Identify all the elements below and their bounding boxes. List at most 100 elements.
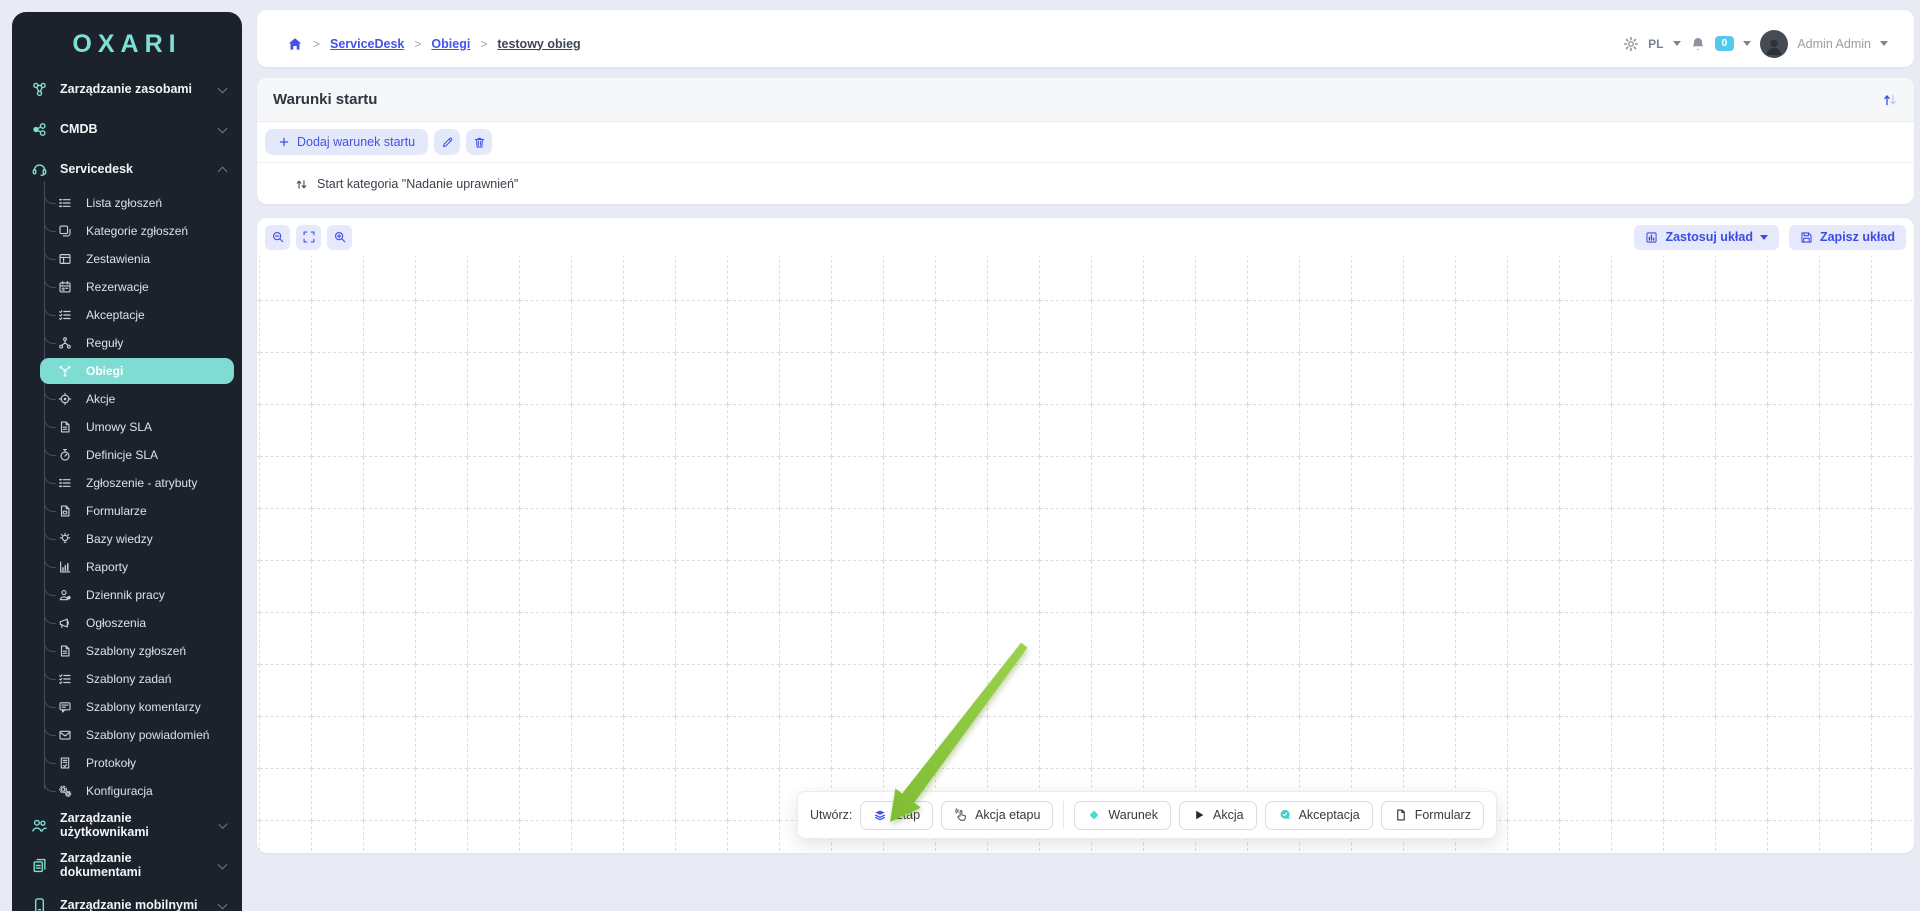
create-popup-label: Utwórz: [810, 808, 852, 822]
sidebar-subitem-raporty[interactable]: Raporty [12, 553, 242, 581]
tree-elbow [44, 638, 56, 652]
notification-badge[interactable]: 0 [1715, 36, 1735, 51]
create-button-label: Akceptacja [1299, 808, 1360, 822]
sidebar-item-zarz-dzanie-u-ytkownikami[interactable]: Zarządzanie użytkownikami [12, 805, 242, 845]
sidebar-item-label: Servicedesk [60, 162, 133, 176]
create-akceptacja-button[interactable]: Akceptacja [1265, 801, 1373, 830]
user-menu[interactable]: Admin Admin [1797, 37, 1871, 51]
protocol-icon [58, 756, 72, 770]
breadcrumb-item-testowy-obieg[interactable]: testowy obieg [497, 37, 580, 51]
calendar-icon [58, 280, 72, 294]
sidebar-subitem-label: Akcje [86, 392, 115, 406]
comment-template-icon [58, 700, 72, 714]
breadcrumb-item-obiegi[interactable]: Obiegi [431, 37, 470, 51]
sidebar-subitem-definicje-sla[interactable]: Definicje SLA [12, 441, 242, 469]
fit-view-button[interactable] [296, 225, 321, 250]
transfer-icon [295, 178, 308, 191]
add-button-label: Dodaj warunek startu [297, 135, 415, 149]
create-akcja-etapu-button[interactable]: Akcja etapu [941, 801, 1053, 830]
sidebar-item-zarz-dzanie-zasobami[interactable]: Zarządzanie zasobami [12, 69, 242, 109]
language-selector[interactable]: PL [1648, 37, 1663, 51]
delete-button[interactable] [466, 129, 492, 155]
sidebar-subitem-szablony-komentarzy[interactable]: Szablony komentarzy [12, 693, 242, 721]
save-layout-button[interactable]: Zapisz układ [1789, 225, 1906, 250]
canvas-toolbar: Zastosuj układ Zapisz układ [257, 218, 1914, 256]
canvas-grid [257, 256, 1914, 853]
sidebar-subitem-kategorie-zg-osze[interactable]: Kategorie zgłoszeń [12, 217, 242, 245]
sidebar-submenu: Lista zgłoszeń Kategorie zgłoszeńZestawie… [12, 189, 242, 805]
zoom-in-icon [333, 230, 347, 244]
sidebar-subitem-zestawienia[interactable]: Zestawienia [12, 245, 242, 273]
sidebar-subitem-label: Lista zgłoszeń [86, 196, 162, 210]
tree-elbow [44, 246, 56, 260]
sidebar-subitem-dziennik-pracy[interactable]: Dziennik pracy [12, 581, 242, 609]
sidebar-subitem-zg-oszenie-atrybuty[interactable]: Zgłoszenie - atrybuty [12, 469, 242, 497]
start-condition-text: Start kategoria "Nadanie uprawnień" [317, 177, 518, 191]
ticket-list-icon [58, 196, 72, 210]
sidebar-item-zarz-dzanie-mobilnymi[interactable]: Zarządzanie mobilnymi [12, 885, 242, 911]
sidebar-subitem-szablony-zada[interactable]: Szablony zadań [12, 665, 242, 693]
sidebar-subitem-formularze[interactable]: Formularze [12, 497, 242, 525]
tree-elbow [44, 666, 56, 680]
apply-layout-button[interactable]: Zastosuj układ [1634, 225, 1779, 250]
play-icon [1192, 808, 1206, 822]
sidebar-item-servicedesk[interactable]: Servicedesk [12, 149, 242, 189]
trash-icon [473, 136, 486, 149]
sidebar-item-label: Zarządzanie zasobami [60, 82, 192, 96]
popup-divider [1063, 801, 1064, 829]
home-icon[interactable] [287, 36, 303, 52]
create-warunek-button[interactable]: Warunek [1074, 801, 1171, 830]
mobile-icon [31, 897, 48, 911]
create-formularz-button[interactable]: Formularz [1381, 801, 1484, 830]
panel-toolbar: Dodaj warunek startu [257, 122, 1914, 163]
sidebar-subitem-og-oszenia[interactable]: Ogłoszenia [12, 609, 242, 637]
create-button-label: Warunek [1108, 808, 1158, 822]
sidebar-subitem-obiegi[interactable]: Obiegi [40, 358, 234, 384]
create-etap-button[interactable]: Etap [860, 801, 933, 830]
zoom-out-button[interactable] [265, 225, 290, 250]
rules-icon [58, 336, 72, 350]
workflow-canvas[interactable]: Utwórz: Etap Akcja etapu Warunek Akcja Akcep… [257, 256, 1914, 853]
assets-icon [31, 81, 48, 98]
sidebar-item-label: CMDB [60, 122, 98, 136]
tree-elbow [44, 582, 56, 596]
chevron-down-icon [218, 123, 228, 133]
tree-elbow [44, 694, 56, 708]
sidebar-subitem-szablony-powiadomie[interactable]: Szablony powiadomień [12, 721, 242, 749]
edit-button[interactable] [434, 129, 460, 155]
sidebar-subitem-akceptacje[interactable]: Akceptacje [12, 301, 242, 329]
sidebar: OXARI Zarządzanie zasobamiCMDBServicedes… [12, 12, 242, 911]
sidebar-subitem-label: Bazy wiedzy [86, 532, 153, 546]
avatar[interactable] [1760, 30, 1788, 58]
gear-icon[interactable] [1623, 36, 1639, 52]
sidebar-item-label: Zarządzanie mobilnymi [60, 898, 198, 911]
zoom-out-icon [271, 230, 285, 244]
transfer-icon[interactable] [1882, 92, 1898, 108]
sidebar-item-zarz-dzanie-dokumentami[interactable]: Zarządzanie dokumentami [12, 845, 242, 885]
servicedesk-icon [31, 161, 48, 178]
breadcrumb-item-servicedesk[interactable]: ServiceDesk [330, 37, 404, 51]
sidebar-subitem-konfiguracja[interactable]: Konfiguracja [12, 777, 242, 805]
create-akcja-button[interactable]: Akcja [1179, 801, 1257, 830]
sidebar-subitem-rezerwacje[interactable]: Rezerwacje [12, 273, 242, 301]
sidebar-subitem-regu-y[interactable]: Reguły [12, 329, 242, 357]
start-condition-item[interactable]: Start kategoria "Nadanie uprawnień" [257, 163, 1914, 205]
bell-icon[interactable] [1690, 36, 1706, 52]
topbar-actions: PL 0 Admin Admin [1623, 30, 1888, 58]
sidebar-subitem-lista-zg-osze[interactable]: Lista zgłoszeń [12, 189, 242, 217]
expand-icon [302, 230, 316, 244]
worklog-icon [58, 588, 72, 602]
save-layout-label: Zapisz układ [1820, 230, 1895, 244]
chevron-down-icon [218, 819, 227, 828]
sidebar-subitem-bazy-wiedzy[interactable]: Bazy wiedzy [12, 525, 242, 553]
sidebar-subitem-protoko-y[interactable]: Protokoły [12, 749, 242, 777]
sidebar-subitem-umowy-sla[interactable]: Umowy SLA [12, 413, 242, 441]
create-node-popup: Utwórz: Etap Akcja etapu Warunek Akcja Akcep… [797, 791, 1497, 839]
zoom-in-button[interactable] [327, 225, 352, 250]
chevron-down-icon [1673, 41, 1681, 46]
sidebar-subitem-szablony-zg-osze[interactable]: Szablony zgłoszeń [12, 637, 242, 665]
add-start-condition-button[interactable]: Dodaj warunek startu [265, 129, 428, 155]
sidebar-item-cmdb[interactable]: CMDB [12, 109, 242, 149]
sidebar-subitem-label: Szablony powiadomień [86, 728, 209, 742]
sidebar-subitem-akcje[interactable]: Akcje [12, 385, 242, 413]
